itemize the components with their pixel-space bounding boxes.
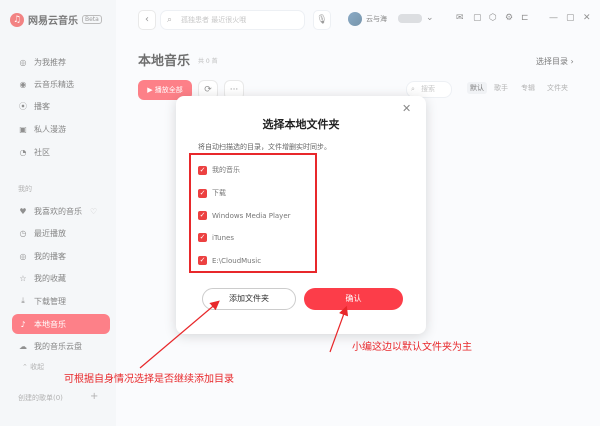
annotation-text-left: 可根据自身情况选择是否继续添加目录: [64, 374, 234, 385]
annotation-text-right: 小编这边以默认文件夹为主: [352, 342, 472, 353]
close-icon[interactable]: ✕: [402, 102, 411, 115]
folder-label: E:\CloudMusic: [212, 256, 262, 265]
confirm-button[interactable]: 确认: [304, 288, 403, 310]
checkbox-checked-icon[interactable]: ✓: [198, 256, 207, 265]
folder-label: Windows Media Player: [212, 211, 291, 220]
checkbox-checked-icon[interactable]: ✓: [198, 188, 207, 198]
folder-label: iTunes: [212, 233, 234, 242]
checkbox-checked-icon[interactable]: ✓: [198, 165, 207, 175]
folder-option[interactable]: ✓ 我的音乐: [198, 165, 240, 175]
app-window: ♫ 网易云音乐 Beta ◎ 为我推荐 ◉ 云音乐精选 ⦿ 播客 ▣ 私人漫游 …: [0, 0, 600, 426]
folder-label: 下载: [212, 189, 226, 197]
checkbox-checked-icon[interactable]: ✓: [198, 211, 207, 220]
folder-label: 我的音乐: [212, 166, 240, 174]
dialog-title: 选择本地文件夹: [262, 118, 340, 131]
add-folder-button[interactable]: 添加文件夹: [202, 288, 296, 310]
folder-option[interactable]: ✓ Windows Media Player: [198, 211, 291, 220]
checkbox-checked-icon[interactable]: ✓: [198, 233, 207, 242]
dialog-description: 将自动扫描选的目录，文件增删实时同步。: [198, 143, 331, 151]
select-folder-dialog: 选择本地文件夹 ✕ 将自动扫描选的目录，文件增删实时同步。 ✓ 我的音乐 ✓ 下…: [176, 96, 426, 334]
folder-option[interactable]: ✓ 下载: [198, 188, 226, 198]
folder-option[interactable]: ✓ E:\CloudMusic: [198, 256, 261, 265]
folder-option[interactable]: ✓ iTunes: [198, 233, 234, 242]
